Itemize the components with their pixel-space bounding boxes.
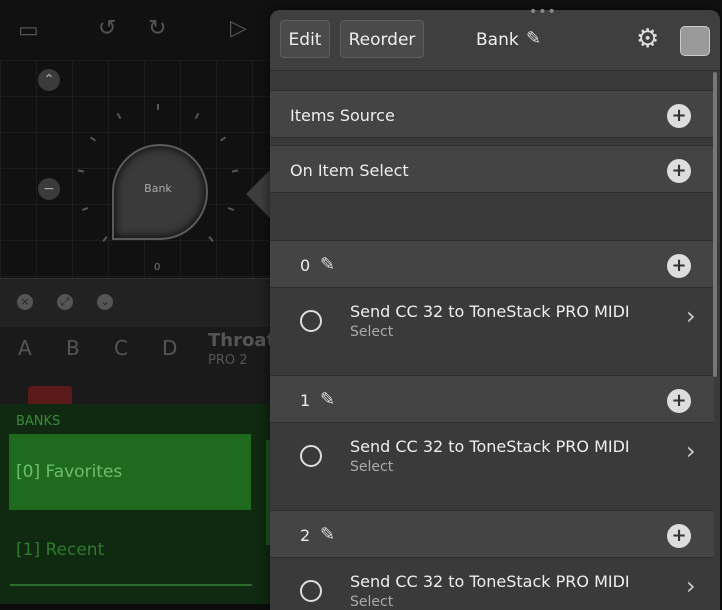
popover-arrow: [246, 170, 270, 218]
preset-subtitle: PRO 2: [208, 353, 248, 368]
bank-popover: Edit Reorder Bank ✎ ⚙ Items Source + On …: [270, 10, 720, 610]
add-action-icon[interactable]: +: [667, 524, 691, 548]
chevron-right-icon[interactable]: ›: [686, 572, 696, 600]
action-subtitle: Select: [350, 459, 394, 475]
gear-icon[interactable]: ⚙: [636, 24, 659, 54]
close-icon[interactable]: ×: [17, 294, 33, 310]
item-header-row: [270, 510, 714, 558]
pencil-icon[interactable]: ✎: [320, 254, 335, 275]
add-items-source-icon[interactable]: +: [667, 104, 691, 128]
reorder-button[interactable]: Reorder: [340, 20, 424, 58]
tab-a[interactable]: A: [18, 336, 32, 360]
tab-d[interactable]: D: [162, 336, 177, 360]
pencil-icon[interactable]: ✎: [526, 28, 541, 49]
tab-c[interactable]: C: [114, 336, 128, 360]
color-swatch[interactable]: [680, 26, 710, 56]
action-title: Send CC 32 to ToneStack PRO MIDI: [350, 572, 630, 591]
action-title: Send CC 32 to ToneStack PRO MIDI: [350, 437, 630, 456]
item-header-row: [270, 375, 714, 423]
folder-icon[interactable]: ▭: [18, 18, 39, 43]
add-action-icon[interactable]: +: [667, 254, 691, 278]
undo-icon[interactable]: ↺: [98, 16, 116, 41]
popover-title: Bank: [476, 30, 519, 50]
expand-icon[interactable]: ⤢: [57, 294, 73, 310]
add-on-item-select-icon[interactable]: +: [667, 159, 691, 183]
add-action-icon[interactable]: +: [667, 389, 691, 413]
knob-value: 0: [154, 262, 161, 273]
radio-button[interactable]: [300, 445, 322, 467]
chevron-right-icon[interactable]: ›: [686, 302, 696, 330]
minus-icon[interactable]: −: [38, 178, 60, 200]
item-index: 0: [300, 256, 311, 275]
pencil-icon[interactable]: ✎: [320, 524, 335, 545]
knob-label: Bank: [144, 182, 172, 195]
redo-icon[interactable]: ↻: [148, 16, 166, 41]
action-subtitle: Select: [350, 324, 394, 340]
tab-b[interactable]: B: [66, 336, 80, 360]
edit-button[interactable]: Edit: [280, 20, 330, 58]
bank-item-label[interactable]: [1] Recent: [16, 540, 104, 560]
pencil-icon[interactable]: ✎: [320, 389, 335, 410]
collapse-down-icon[interactable]: ⌄: [97, 294, 113, 310]
bank-item-label: [0] Favorites: [16, 462, 123, 482]
action-subtitle: Select: [350, 594, 394, 610]
chevron-right-icon[interactable]: ›: [686, 437, 696, 465]
item-index: 2: [300, 526, 311, 545]
collapse-up-icon[interactable]: ⌃: [38, 69, 60, 91]
drag-handle-icon[interactable]: •••: [529, 4, 557, 20]
banks-label: BANKS: [16, 414, 61, 429]
scrollbar[interactable]: [713, 72, 717, 377]
radio-button[interactable]: [300, 310, 322, 332]
items-source-label: Items Source: [290, 106, 395, 125]
item-index: 1: [300, 391, 311, 410]
lower-toolbar: [0, 278, 270, 327]
play-icon[interactable]: ▷: [230, 16, 247, 41]
preset-title: Throat: [208, 330, 276, 351]
on-item-select-label: On Item Select: [290, 161, 409, 180]
action-title: Send CC 32 to ToneStack PRO MIDI: [350, 302, 630, 321]
knob-tick: [157, 104, 159, 110]
item-header-row: [270, 240, 714, 288]
radio-button[interactable]: [300, 580, 322, 602]
divider: [10, 584, 252, 586]
